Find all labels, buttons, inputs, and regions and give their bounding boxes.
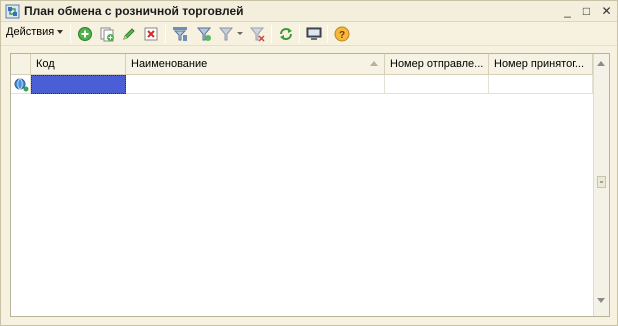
help-icon: ?: [334, 26, 350, 42]
cell-code[interactable]: [31, 75, 126, 94]
toolbar-separator: [271, 25, 272, 43]
filter-history-button[interactable]: [216, 24, 236, 44]
scroll-down-icon[interactable]: [597, 298, 605, 303]
edit-button[interactable]: [119, 24, 139, 44]
toolbar: Действия ?: [1, 22, 617, 46]
minimize-button[interactable]: _: [560, 4, 575, 19]
add-icon: [78, 27, 92, 41]
monitor-icon: [306, 27, 322, 40]
pencil-icon: [123, 28, 135, 40]
cell-received-number[interactable]: [489, 75, 593, 94]
table-header: Код Наименование Номер отправле... Номер…: [11, 54, 593, 75]
cell-sent-number[interactable]: [385, 75, 489, 94]
sort-ascending-icon: [370, 61, 378, 66]
chevron-down-icon[interactable]: [237, 32, 243, 35]
scroll-up-icon[interactable]: [597, 61, 605, 66]
column-header-name-label: Наименование: [131, 58, 208, 70]
column-header-name[interactable]: Наименование: [126, 54, 385, 75]
filter-set-button[interactable]: [170, 24, 190, 44]
filter-off-icon: [249, 27, 265, 42]
maximize-button[interactable]: □: [579, 4, 594, 19]
column-header-code[interactable]: Код: [31, 54, 126, 75]
table-row[interactable]: [11, 75, 593, 94]
actions-menu-label: Действия: [6, 26, 55, 38]
toolbar-separator: [70, 25, 71, 43]
filter-by-value-button[interactable]: [194, 24, 214, 44]
refresh-button[interactable]: [276, 24, 296, 44]
vertical-scrollbar[interactable]: [593, 54, 609, 316]
copy-button[interactable]: [97, 24, 117, 44]
filter-dropdown-icon: [218, 27, 234, 41]
filter-icon: [196, 27, 212, 41]
svg-text:?: ?: [339, 30, 345, 41]
copy-icon: [100, 27, 114, 42]
add-button[interactable]: [75, 24, 95, 44]
toolbar-separator: [165, 25, 166, 43]
cell-name[interactable]: [126, 75, 385, 94]
exchange-nodes-table[interactable]: Код Наименование Номер отправле... Номер…: [10, 53, 610, 317]
refresh-icon: [280, 28, 292, 40]
toolbar-separator: [327, 25, 328, 43]
header-icon-column: [11, 54, 31, 75]
exchange-plan-window: План обмена с розничной торговлей _ □ ✕ …: [0, 0, 618, 326]
window-title: План обмена с розничной торговлей: [24, 4, 244, 18]
title-bar: План обмена с розничной торговлей _ □ ✕: [1, 1, 617, 22]
chevron-down-icon: [57, 30, 64, 35]
exchange-plan-icon: [5, 4, 20, 19]
row-icon-cell: [11, 75, 31, 94]
exchange-node-icon: [14, 78, 29, 92]
close-button[interactable]: ✕: [599, 4, 614, 19]
column-header-received-number[interactable]: Номер принятог...: [489, 54, 593, 75]
toolbar-separator: [299, 25, 300, 43]
delete-button[interactable]: [141, 24, 161, 44]
filter-off-button[interactable]: [247, 24, 267, 44]
list-settings-button[interactable]: [304, 24, 324, 44]
help-button[interactable]: ?: [332, 24, 352, 44]
filter-set-icon: [173, 27, 187, 41]
actions-menu-button[interactable]: Действия: [6, 26, 64, 42]
scroll-thumb[interactable]: [597, 176, 606, 188]
delete-icon: [144, 27, 158, 41]
column-header-sent-number[interactable]: Номер отправле...: [385, 54, 489, 75]
